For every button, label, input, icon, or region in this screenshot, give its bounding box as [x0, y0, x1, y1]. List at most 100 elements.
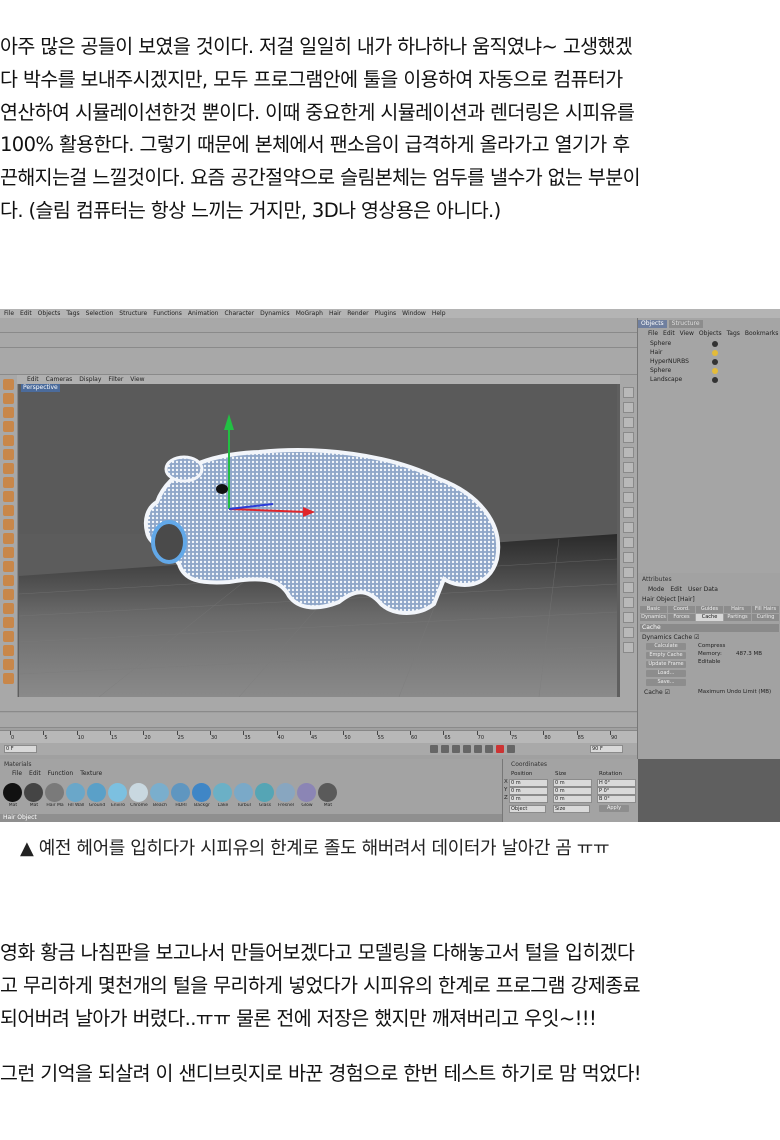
keyframe-icon[interactable]	[507, 745, 515, 753]
frame-end-field[interactable]: 90 F	[590, 745, 623, 753]
objects-menu-view[interactable]: View	[680, 330, 694, 337]
attributes-tab[interactable]: Hairs	[724, 606, 751, 613]
right-tool-icon[interactable]	[623, 402, 634, 413]
right-tool-icon[interactable]	[623, 492, 634, 503]
play-icon[interactable]	[463, 745, 471, 753]
right-tool-icon[interactable]	[623, 612, 634, 623]
material-swatch[interactable]	[318, 783, 337, 802]
material-swatch[interactable]	[213, 783, 232, 802]
object-row[interactable]: HyperNURBS	[642, 358, 777, 366]
viewport-menu-edit[interactable]: Edit	[27, 375, 39, 384]
tab-objects[interactable]: Objects	[638, 320, 667, 328]
left-tool-icon[interactable]	[3, 575, 14, 586]
materials-menu-item[interactable]: File	[12, 770, 22, 777]
material-swatch[interactable]	[45, 783, 64, 802]
attributes-tab[interactable]: Dynamics	[640, 614, 667, 621]
right-tool-icon[interactable]	[623, 387, 634, 398]
cache-button[interactable]: Update Frame	[646, 661, 686, 668]
right-tool-icon[interactable]	[623, 507, 634, 518]
left-tool-icon[interactable]	[3, 617, 14, 628]
right-tool-icon[interactable]	[623, 522, 634, 533]
record-icon[interactable]	[496, 745, 504, 753]
material-swatch[interactable]	[234, 783, 253, 802]
coord-rot-field[interactable]: H 0°	[597, 779, 636, 787]
left-tool-icon[interactable]	[3, 393, 14, 404]
attributes-tab[interactable]: Guides	[696, 606, 723, 613]
play-next-icon[interactable]	[474, 745, 482, 753]
right-tool-icon[interactable]	[623, 567, 634, 578]
coord-size-field[interactable]: 0 m	[553, 779, 592, 787]
object-row[interactable]: Landscape	[642, 376, 777, 384]
material-swatch[interactable]	[192, 783, 211, 802]
menu-item-hair[interactable]: Hair	[329, 309, 341, 318]
material-swatch[interactable]	[171, 783, 190, 802]
objects-menu-bookmarks[interactable]: Bookmarks	[745, 330, 779, 337]
attributes-tab[interactable]: Curling	[752, 614, 779, 621]
materials-menu-item[interactable]: Function	[48, 770, 74, 777]
viewport-menu-cameras[interactable]: Cameras	[46, 375, 73, 384]
right-tool-icon[interactable]	[623, 582, 634, 593]
objects-menu-objects[interactable]: Objects	[699, 330, 722, 337]
apply-button[interactable]: Apply	[599, 805, 629, 812]
material-swatch[interactable]	[297, 783, 316, 802]
menu-item-tags[interactable]: Tags	[66, 309, 79, 318]
cache-button[interactable]: Load...	[646, 670, 686, 677]
menu-item-functions[interactable]: Functions	[153, 309, 182, 318]
right-tool-icon[interactable]	[623, 477, 634, 488]
left-tool-icon[interactable]	[3, 533, 14, 544]
menu-item-file[interactable]: File	[4, 309, 14, 318]
attributes-tab[interactable]: Fill Hairs	[752, 606, 779, 613]
play-prev-icon[interactable]	[441, 745, 449, 753]
left-tool-icon[interactable]	[3, 589, 14, 600]
perspective-viewport[interactable]	[19, 384, 617, 697]
material-swatch[interactable]	[129, 783, 148, 802]
menu-item-dynamics[interactable]: Dynamics	[260, 309, 290, 318]
right-tool-icon[interactable]	[623, 417, 634, 428]
dynamics-cache-checkbox[interactable]: Dynamics Cache ☑	[642, 634, 699, 641]
timeline-ruler[interactable]: 0 5 10 15 20 25 30 35 40 45 50 55 60 65 70 75 80 85 90	[0, 730, 637, 743]
right-tool-icon[interactable]	[623, 462, 634, 473]
left-tool-icon[interactable]	[3, 407, 14, 418]
left-tool-icon[interactable]	[3, 505, 14, 516]
right-tool-icon[interactable]	[623, 447, 634, 458]
object-row[interactable]: Hair	[642, 349, 777, 357]
object-row[interactable]: Sphere	[642, 340, 777, 348]
coord-rot-field[interactable]: B 0°	[597, 795, 636, 803]
left-tool-icon[interactable]	[3, 631, 14, 642]
menu-item-animation[interactable]: Animation	[188, 309, 219, 318]
menu-item-objects[interactable]: Objects	[38, 309, 61, 318]
menu-item-selection[interactable]: Selection	[86, 309, 114, 318]
menu-item-render[interactable]: Render	[347, 309, 368, 318]
left-tool-icon[interactable]	[3, 449, 14, 460]
menu-item-structure[interactable]: Structure	[119, 309, 147, 318]
left-tool-icon[interactable]	[3, 673, 14, 684]
viewport-menu-filter[interactable]: Filter	[108, 375, 123, 384]
left-tool-icon[interactable]	[3, 603, 14, 614]
tab-structure[interactable]: Structure	[668, 320, 703, 328]
attributes-menu-item[interactable]: User Data	[688, 586, 718, 593]
coord-pos-field[interactable]: 0 m	[509, 779, 548, 787]
attributes-tab[interactable]: Basic	[640, 606, 667, 613]
coord-size-select[interactable]: Size	[553, 805, 590, 813]
coord-rot-field[interactable]: P 0°	[597, 787, 636, 795]
coord-size-field[interactable]: 0 m	[553, 795, 592, 803]
coord-mode-select[interactable]: Object	[509, 805, 546, 813]
menu-item-window[interactable]: Window	[402, 309, 426, 318]
attributes-menu-item[interactable]: Edit	[670, 586, 682, 593]
right-tool-icon[interactable]	[623, 552, 634, 563]
cache-toggle[interactable]: Cache ☑	[644, 689, 670, 696]
left-tool-icon[interactable]	[3, 645, 14, 656]
material-swatch[interactable]	[150, 783, 169, 802]
objects-menu-edit[interactable]: Edit	[663, 330, 675, 337]
material-swatch[interactable]	[66, 783, 85, 802]
material-swatch[interactable]	[3, 783, 22, 802]
attributes-tab[interactable]: Coord.	[668, 606, 695, 613]
left-tool-icon[interactable]	[3, 659, 14, 670]
menu-item-mograph[interactable]: MoGraph	[296, 309, 323, 318]
play-last-icon[interactable]	[485, 745, 493, 753]
right-tool-icon[interactable]	[623, 432, 634, 443]
cache-button[interactable]: Empty Cache	[646, 652, 686, 659]
coord-pos-field[interactable]: 0 m	[509, 795, 548, 803]
menu-item-edit[interactable]: Edit	[20, 309, 32, 318]
left-tool-icon[interactable]	[3, 463, 14, 474]
